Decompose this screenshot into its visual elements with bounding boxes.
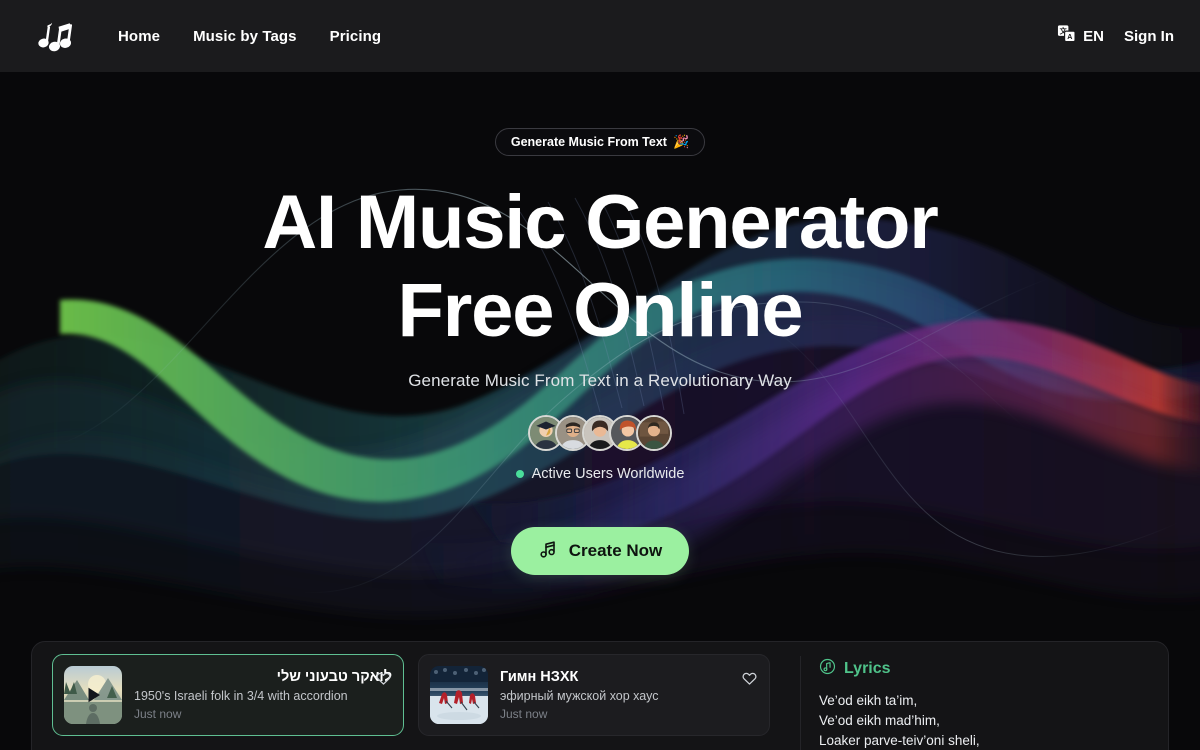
top-navbar: Home Music by Tags Pricing 文 A EN Sign I…	[0, 0, 1200, 72]
lyrics-body: Ve’od eikh ta’im, Ve’od eikh mad’him, Lo…	[819, 691, 1168, 750]
mountain-meditation-artwork	[64, 666, 122, 724]
lyrics-panel: Lyrics Ve’od eikh ta’im, Ve’od eikh mad’…	[801, 642, 1168, 750]
hero-badge[interactable]: Generate Music From Text 🎉	[494, 128, 706, 156]
player-panel: לואקר טבעוני שלי 1950's Israeli folk in …	[31, 641, 1169, 750]
music-note-icon	[538, 539, 558, 564]
sign-in-button[interactable]: Sign In	[1124, 28, 1174, 45]
active-users-label: Active Users Worldwide	[531, 466, 685, 482]
hero-badge-label: Generate Music From Text	[510, 135, 667, 149]
language-label: EN	[1083, 27, 1104, 45]
track-list: לואקר טבעוני שלי 1950's Israeli folk in …	[32, 642, 800, 750]
primary-nav: Home Music by Tags Pricing	[118, 28, 381, 45]
track-timestamp: Just now	[134, 707, 182, 721]
track-timestamp: Just now	[500, 707, 548, 721]
lyric-line: Ve’od eikh ta’im,	[819, 693, 918, 708]
disc-music-icon	[819, 658, 836, 680]
status-dot-icon	[515, 470, 524, 478]
track-title: Гимн НЗХК	[500, 669, 579, 685]
track-subtitle: эфирный мужской хор хаус	[500, 689, 659, 703]
ice-hockey-artwork	[430, 666, 488, 724]
track-card[interactable]: Гимн НЗХК эфирный мужской хор хаус Just …	[418, 654, 770, 736]
track-meta: Гимн НЗХК эфирный мужской хор хаус Just …	[500, 668, 758, 722]
track-title: לואקר טבעוני שלי	[276, 669, 392, 685]
landing-page: Home Music by Tags Pricing 文 A EN Sign I…	[0, 0, 1200, 750]
cta-wrapper: Create Now	[510, 527, 690, 575]
nav-link-home[interactable]: Home	[118, 28, 160, 45]
hero-subtitle: Generate Music From Text in a Revolution…	[408, 371, 792, 390]
create-now-button[interactable]: Create Now	[510, 527, 690, 575]
music-notes-logo-icon[interactable]	[30, 14, 74, 58]
track-subtitle: 1950's Israeli folk in 3/4 with accordio…	[134, 689, 348, 703]
nav-right-actions: 文 A EN Sign In	[1057, 24, 1174, 48]
lyrics-header: Lyrics	[819, 658, 1168, 680]
lyric-line: Loaker parve-teiv’oni sheli,	[819, 733, 980, 748]
page-title: AI Music Generator Free Online	[262, 179, 938, 355]
lyric-line: Ve’od eikh mad’him,	[819, 713, 940, 728]
svg-text:A: A	[1067, 33, 1072, 41]
track-card[interactable]: לואקר טבעוני שלי 1950's Israeli folk in …	[52, 654, 404, 736]
avatar	[636, 415, 672, 451]
heart-outline-icon[interactable]	[741, 670, 758, 692]
play-button[interactable]	[64, 666, 122, 724]
active-users-row: Active Users Worldwide	[515, 466, 685, 482]
nav-link-music-by-tags[interactable]: Music by Tags	[193, 28, 297, 45]
heart-outline-icon[interactable]	[375, 670, 392, 692]
track-meta: לואקר טבעוני שלי 1950's Israeli folk in …	[134, 668, 392, 722]
active-users-avatars	[528, 415, 672, 451]
lyrics-title: Lyrics	[844, 660, 891, 677]
headline-line-2: Free Online	[397, 268, 804, 353]
create-now-label: Create Now	[568, 541, 663, 560]
hero-content: Generate Music From Text 🎉 AI Music Gene…	[0, 72, 1200, 575]
language-switcher[interactable]: 文 A EN	[1057, 24, 1104, 48]
nav-link-pricing[interactable]: Pricing	[330, 28, 382, 45]
headline-line-1: AI Music Generator	[262, 180, 938, 265]
translate-icon: 文 A	[1057, 24, 1076, 48]
party-popper-icon: 🎉	[672, 134, 690, 149]
